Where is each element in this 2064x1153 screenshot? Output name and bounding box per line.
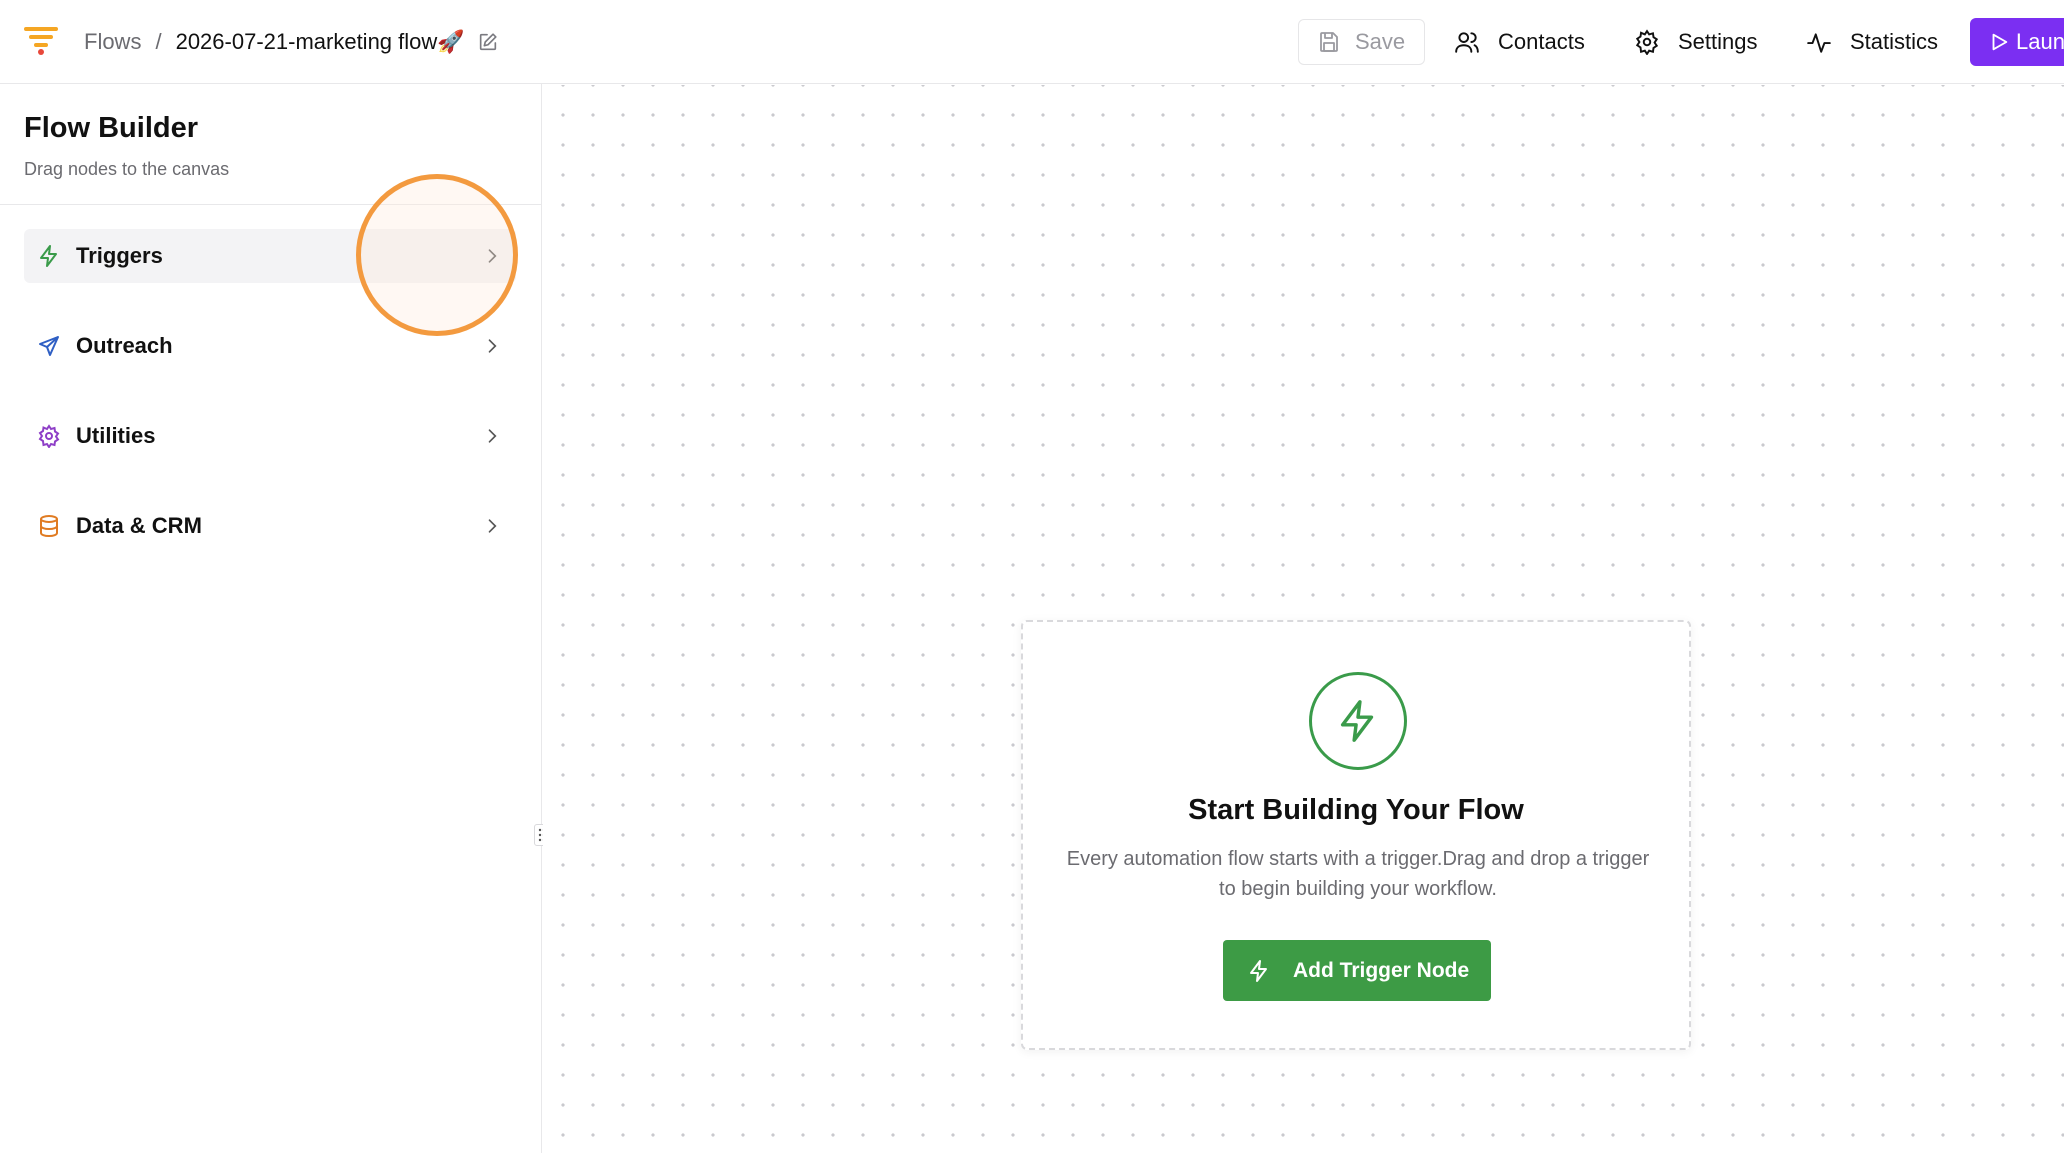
lightning-icon [36, 243, 62, 269]
send-icon [36, 333, 62, 359]
chevron-right-icon [482, 516, 502, 536]
chevron-right-icon [482, 336, 502, 356]
sidebar-title: Flow Builder [24, 112, 198, 144]
lightning-icon [1309, 672, 1407, 770]
flow-name: 2026-07-21-marketing flow🚀 [175, 29, 465, 54]
empty-state-card: Start Building Your Flow Every automatio… [1021, 620, 1691, 1050]
sidebar-subtitle: Drag nodes to the canvas [24, 159, 230, 179]
breadcrumb-separator: / [155, 29, 162, 54]
chevron-right-icon [482, 426, 502, 446]
settings-button[interactable]: Settings [1634, 19, 1758, 65]
category-label: Data & CRM [76, 513, 202, 538]
empty-state-title: Start Building Your Flow [1188, 794, 1524, 826]
add-trigger-node-button[interactable]: Add Trigger Node [1223, 940, 1491, 1001]
contacts-button[interactable]: Contacts [1454, 19, 1585, 65]
empty-state-description: Every automation flow starts with a trig… [1066, 848, 1650, 900]
lightning-icon [1250, 959, 1267, 982]
category-label: Triggers [76, 243, 163, 268]
activity-icon [1807, 33, 1831, 53]
add-trigger-node-label: Add Trigger Node [1293, 958, 1470, 982]
save-icon [1320, 32, 1338, 52]
launch-button[interactable]: Launch [1970, 18, 2064, 66]
gear-icon [36, 423, 62, 449]
launch-label: Launch [2016, 29, 2064, 54]
save-button[interactable]: Save [1298, 19, 1425, 65]
statistics-label: Statistics [1850, 29, 1939, 54]
category-data-crm[interactable]: Data & CRM [24, 499, 516, 553]
save-label: Save [1355, 29, 1406, 54]
app-logo[interactable] [22, 24, 62, 60]
category-label: Outreach [76, 333, 173, 358]
breadcrumb-flows-link[interactable]: Flows [84, 29, 141, 55]
database-icon [36, 513, 62, 539]
click-highlight-ring [356, 174, 518, 336]
edit-icon[interactable] [477, 31, 499, 53]
statistics-button[interactable]: Statistics [1806, 19, 1938, 65]
contacts-label: Contacts [1498, 29, 1585, 54]
gear-icon [1635, 29, 1659, 55]
top-bar: Flows / 2026-07-21-marketing flow🚀 Save … [0, 0, 2064, 84]
settings-label: Settings [1678, 29, 1758, 54]
breadcrumb: Flows / 2026-07-21-marketing flow🚀 [84, 0, 499, 84]
play-icon [1992, 33, 2008, 51]
category-label: Utilities [76, 423, 156, 448]
category-utilities[interactable]: Utilities [24, 409, 516, 463]
users-icon [1455, 32, 1479, 53]
